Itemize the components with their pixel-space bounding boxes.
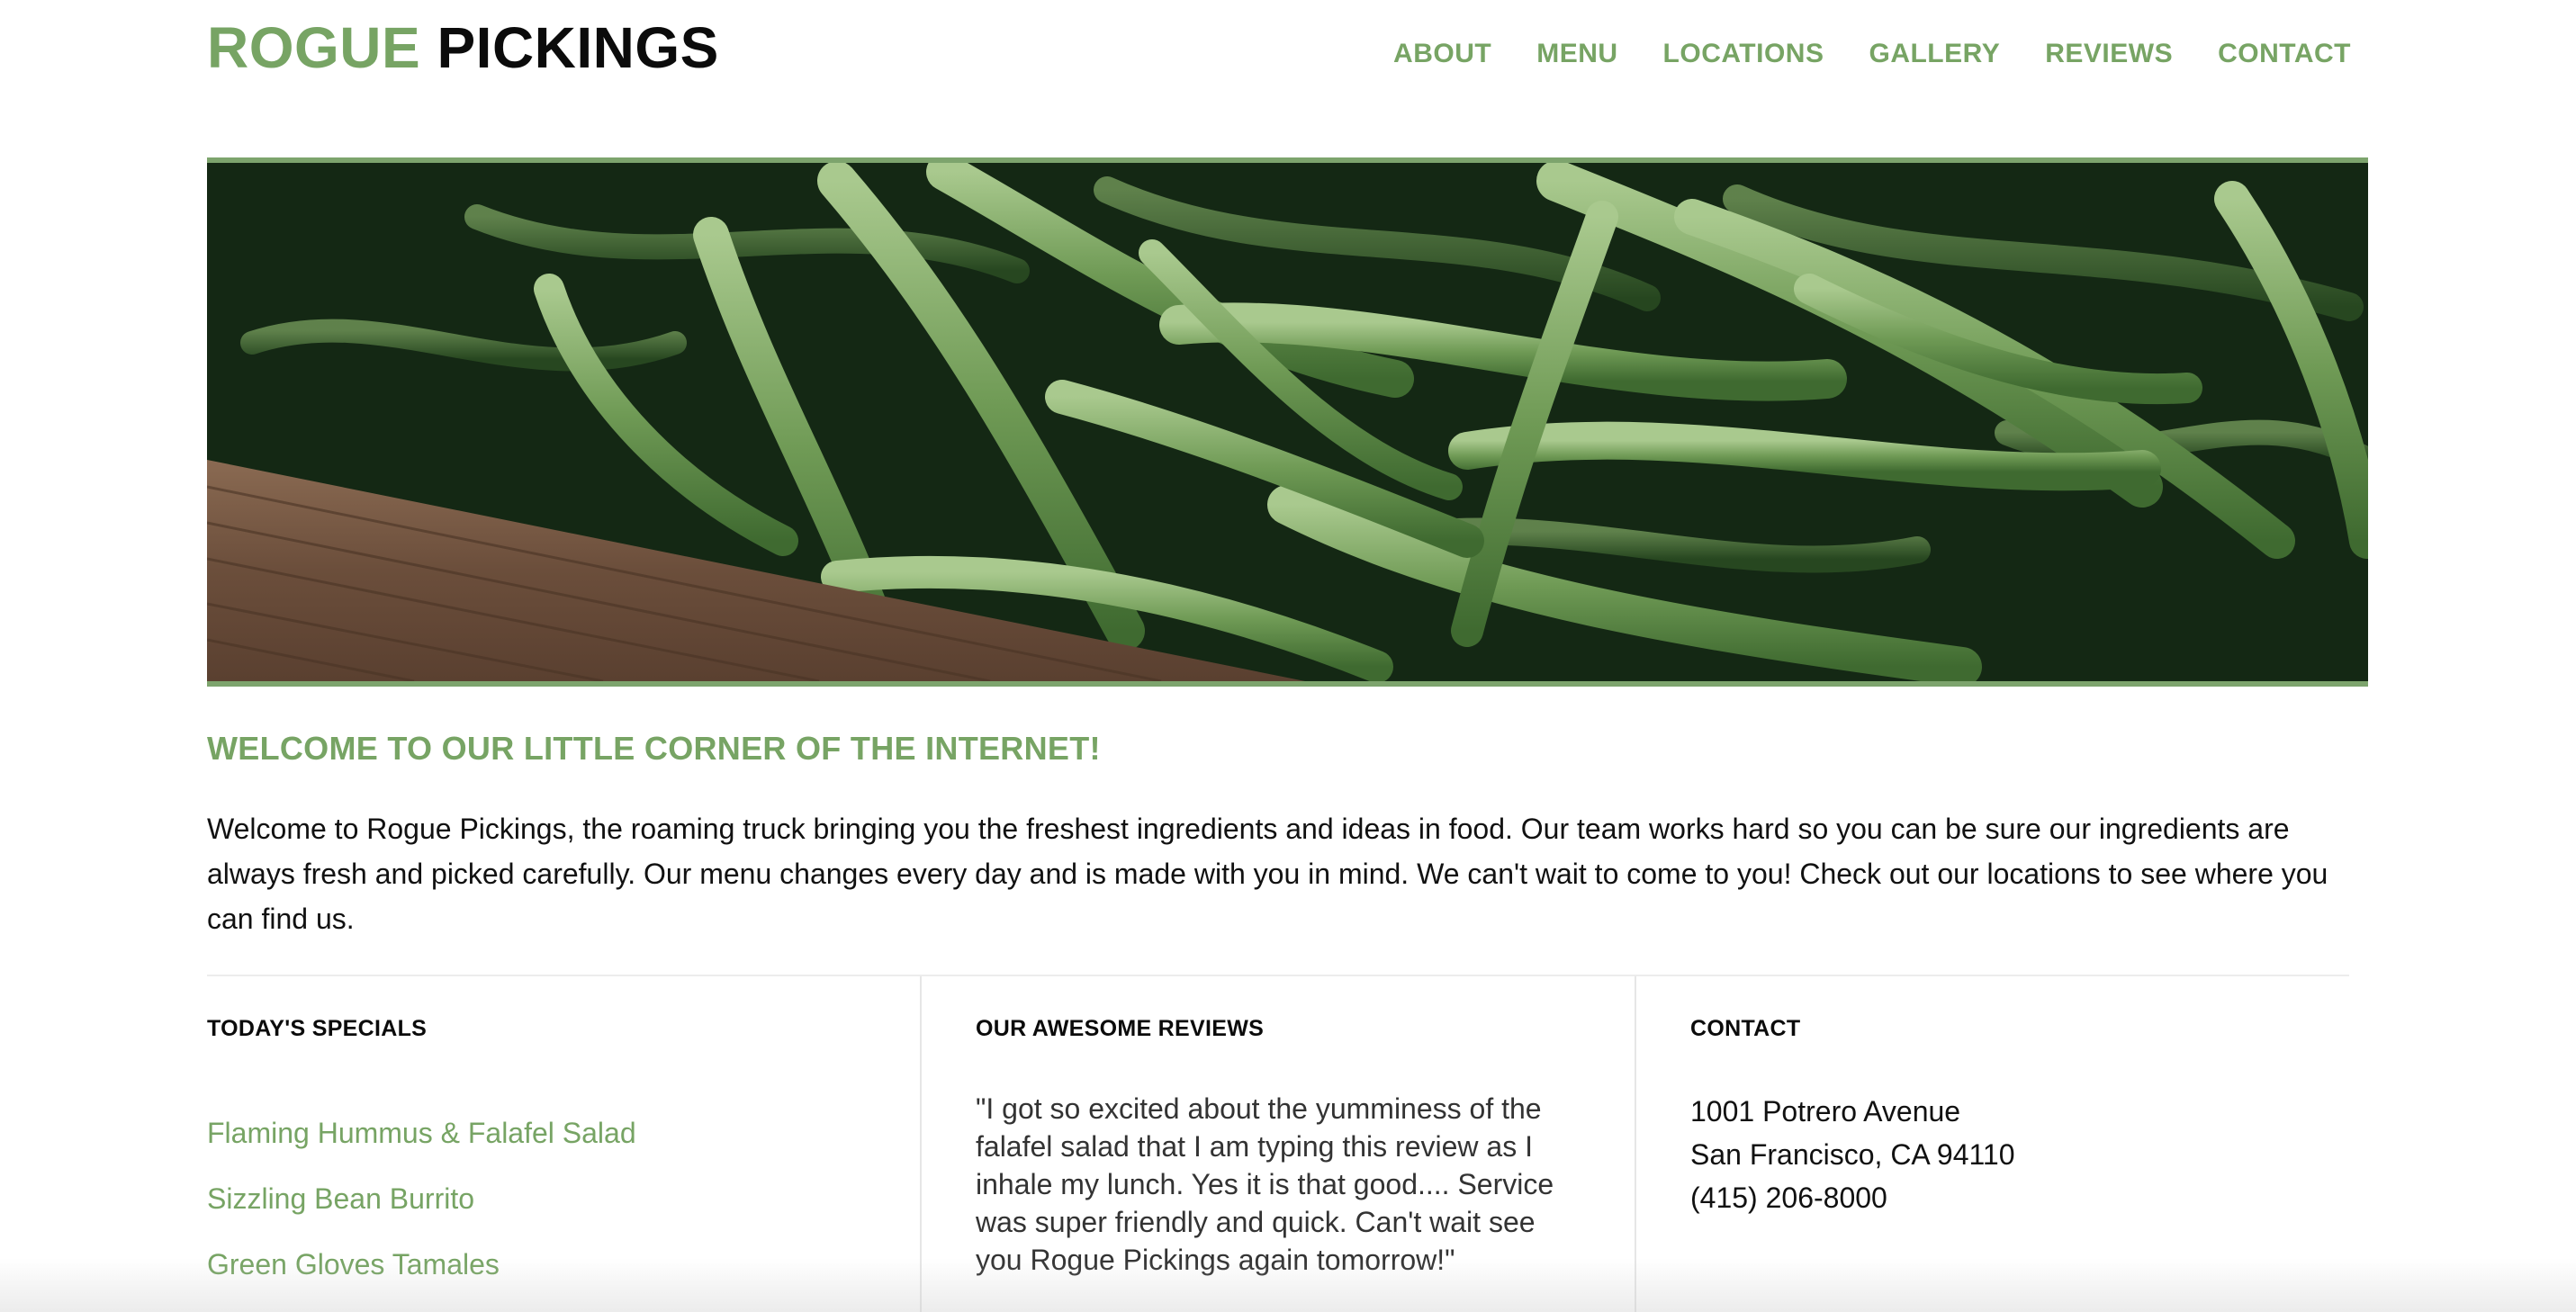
logo-word-rogue: ROGUE <box>207 15 421 80</box>
logo-word-pickings: PICKINGS <box>437 15 719 80</box>
specials-heading: TODAY'S SPECIALS <box>207 1016 428 1041</box>
nav-reviews[interactable]: REVIEWS <box>2045 34 2173 74</box>
nav-contact[interactable]: CONTACT <box>2218 34 2351 74</box>
contact-details: 1001 Potrero Avenue San Francisco, CA 94… <box>1690 1090 2015 1219</box>
nav-about[interactable]: ABOUT <box>1393 34 1491 74</box>
address-line-1: 1001 Potrero Avenue <box>1690 1095 1961 1128</box>
address-line-2: San Francisco, CA 94110 <box>1690 1138 2015 1171</box>
nav-menu[interactable]: MENU <box>1536 34 1617 74</box>
main-nav: ABOUT MENU LOCATIONS GALLERY REVIEWS CON… <box>1393 34 2351 74</box>
reviews-column: OUR AWESOME REVIEWS "I got so excited ab… <box>922 976 1636 1312</box>
page: ROGUE PICKINGS ABOUT MENU LOCATIONS GALL… <box>0 0 2576 1312</box>
phone-number[interactable]: (415) 206-8000 <box>1690 1176 2015 1219</box>
welcome-heading: WELCOME TO OUR LITTLE CORNER OF THE INTE… <box>207 730 1101 767</box>
welcome-paragraph: Welcome to Rogue Pickings, the roaming t… <box>207 813 2328 935</box>
special-item[interactable]: Flaming Hummus & Falafel Salad <box>207 1101 636 1166</box>
site-logo[interactable]: ROGUE PICKINGS <box>207 13 719 83</box>
specials-column: TODAY'S SPECIALS Flaming Hummus & Falafe… <box>207 976 922 1312</box>
nav-gallery[interactable]: GALLERY <box>1869 34 2000 74</box>
green-beans-illustration <box>207 163 2368 681</box>
special-item[interactable]: Green Gloves Tamales <box>207 1232 636 1298</box>
contact-column: CONTACT 1001 Potrero Avenue San Francisc… <box>1636 976 2351 1312</box>
hero-image <box>207 157 2368 687</box>
specials-list: Flaming Hummus & Falafel Salad Sizzling … <box>207 1101 636 1298</box>
nav-locations[interactable]: LOCATIONS <box>1663 34 1824 74</box>
special-item[interactable]: Sizzling Bean Burrito <box>207 1166 636 1232</box>
contact-heading: CONTACT <box>1690 1016 1801 1041</box>
reviews-heading: OUR AWESOME REVIEWS <box>976 1016 1265 1041</box>
review-quote: "I got so excited about the yumminess of… <box>976 1092 1554 1276</box>
